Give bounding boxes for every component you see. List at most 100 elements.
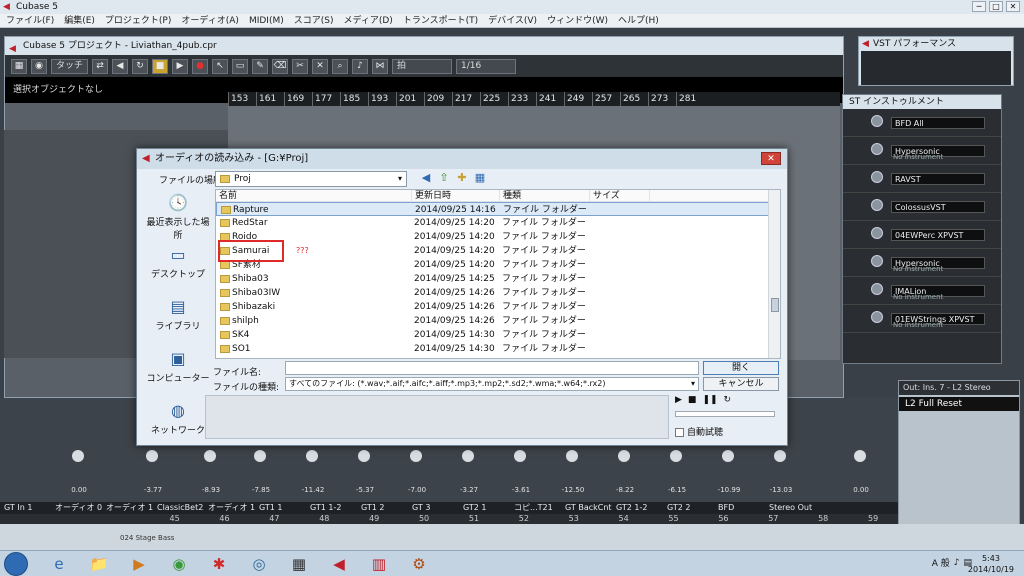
place-recent[interactable]: 🕓 最近表示した場所 — [143, 189, 213, 241]
play-icon[interactable]: ▶ — [675, 395, 682, 405]
stop-icon[interactable]: ■ — [152, 58, 169, 74]
channel-fader[interactable]: -5.37 — [344, 442, 386, 504]
channel-name[interactable]: GT2 2 — [663, 502, 714, 514]
channel-fader[interactable]: -8.22 — [604, 442, 646, 504]
channel-name[interactable]: オーディオ 07 — [51, 502, 102, 514]
browser-icon[interactable]: e — [48, 554, 70, 574]
channel-name[interactable]: GT1 1 — [255, 502, 306, 514]
close-button[interactable]: ✕ — [1006, 1, 1020, 12]
ime-indicator[interactable]: A 般 — [932, 556, 950, 569]
grid-icon[interactable]: ▦ — [11, 58, 27, 74]
channel-fader[interactable]: -13.03 — [760, 442, 802, 504]
app-icon[interactable]: ▥ — [368, 554, 390, 574]
channel-name[interactable]: ClassicBet23 — [153, 502, 204, 514]
menu-score[interactable]: スコア(S) — [294, 14, 334, 27]
channel-name[interactable]: GT1 2 — [357, 502, 408, 514]
fader-knob[interactable] — [146, 450, 158, 462]
menu-devices[interactable]: デバイス(V) — [488, 14, 537, 27]
fader-knob[interactable] — [670, 450, 682, 462]
app-icon[interactable]: ⚙ — [408, 554, 430, 574]
fader-knob[interactable] — [462, 450, 474, 462]
instrument-slot[interactable]: Hypersonic No Instrument — [843, 137, 1001, 165]
column-size[interactable]: サイズ — [590, 190, 650, 201]
pointer-tool-icon[interactable]: ↖ — [212, 58, 229, 74]
cubase-taskbar-icon[interactable]: ◀ — [328, 554, 350, 574]
channel-fader[interactable]: -6.15 — [656, 442, 698, 504]
quantize-dropdown[interactable]: 1/16 — [456, 58, 517, 74]
instrument-slot[interactable]: RAVST — [843, 165, 1001, 193]
open-button[interactable]: 開く — [703, 361, 779, 375]
file-row[interactable]: SK4 2014/09/25 14:30 ファイル フォルダー — [216, 328, 780, 342]
play-icon[interactable]: ▶ — [172, 58, 189, 74]
app-icon[interactable]: ✱ — [208, 554, 230, 574]
automation-mode-dropdown[interactable]: タッチ — [51, 58, 89, 74]
preset-display[interactable]: L2 Full Reset — [899, 397, 1019, 411]
column-kind[interactable]: 種類 — [500, 190, 590, 201]
channel-name[interactable]: GT 3 — [408, 502, 459, 514]
channel-name[interactable]: GT2 1 — [459, 502, 510, 514]
menu-midi[interactable]: MIDI(M) — [249, 14, 284, 27]
loop-icon[interactable]: ↻ — [724, 395, 732, 405]
start-button[interactable] — [4, 552, 28, 576]
autoplay-checkbox[interactable]: 自動試聴 — [675, 425, 723, 438]
location-dropdown[interactable]: Proj ▾ — [215, 171, 407, 187]
channel-name[interactable]: GT In 1 — [0, 502, 51, 514]
scroll-thumb[interactable] — [771, 298, 779, 312]
checkbox-box[interactable] — [675, 428, 684, 437]
record-icon[interactable]: ● — [192, 58, 209, 74]
volume-icon[interactable]: ♪ — [954, 558, 960, 568]
channel-name[interactable]: BFD — [714, 502, 765, 514]
media-player-icon[interactable]: ▶ — [128, 554, 150, 574]
instrument-slot[interactable]: 01EWStrings XPVST No Instrument — [843, 305, 1001, 333]
zoom-tool-icon[interactable]: ⌕ — [332, 58, 349, 74]
fader-knob[interactable] — [854, 450, 866, 462]
instrument-slot[interactable]: 04EWPerc XPVST — [843, 221, 1001, 249]
file-row[interactable]: Shiba03 2014/09/25 14:25 ファイル フォルダー — [216, 272, 780, 286]
file-row[interactable]: Rapture 2014/09/25 14:16 ファイル フォルダー — [216, 202, 780, 216]
scissors-tool-icon[interactable]: ✂ — [292, 58, 309, 74]
file-row[interactable]: Shibazaki 2014/09/25 14:26 ファイル フォルダー — [216, 300, 780, 314]
cancel-button[interactable]: キャンセル — [703, 377, 779, 391]
app-icon[interactable]: ▦ — [288, 554, 310, 574]
filetype-dropdown[interactable]: すべてのファイル: (*.wav;*.aif;*.aifc;*.aiff;*.m… — [285, 377, 699, 391]
preview-position-slider[interactable] — [675, 411, 775, 417]
file-list-scrollbar[interactable] — [768, 190, 780, 358]
fader-knob[interactable] — [72, 450, 84, 462]
instrument-slot[interactable]: Hypersonic No Instrument — [843, 249, 1001, 277]
channel-fader[interactable]: -3.61 — [500, 442, 542, 504]
minimize-button[interactable]: ─ — [972, 1, 986, 12]
pencil-tool-icon[interactable]: ✎ — [252, 58, 269, 74]
channel-fader[interactable]: 0.00 — [840, 442, 882, 504]
fader-knob[interactable] — [566, 450, 578, 462]
file-row[interactable]: SO1 2014/09/25 14:30 ファイル フォルダー — [216, 342, 780, 356]
rewind-icon[interactable]: ◀ — [112, 58, 129, 74]
cycle-icon[interactable]: ↻ — [132, 58, 149, 74]
instrument-name[interactable]: 04EWPerc XPVST — [891, 228, 985, 241]
menu-media[interactable]: メディア(D) — [343, 14, 392, 27]
mute-tool-icon[interactable]: ✕ — [312, 58, 329, 74]
channel-fader[interactable]: -11.42 — [292, 442, 334, 504]
menu-transport[interactable]: トランスポート(T) — [403, 14, 478, 27]
app-icon[interactable]: ◎ — [248, 554, 270, 574]
power-icon[interactable] — [871, 143, 883, 155]
clock[interactable]: 5:43 2014/10/19 — [968, 553, 1014, 575]
file-list[interactable]: 名前 更新日時 種類 サイズ Rapture 2014/09/25 14:16 ファ… — [215, 189, 781, 359]
fader-knob[interactable] — [204, 450, 216, 462]
power-icon[interactable] — [871, 199, 883, 211]
column-date[interactable]: 更新日時 — [412, 190, 500, 201]
menu-help[interactable]: ヘルプ(H) — [618, 14, 659, 27]
channel-name[interactable]: オーディオ 16 — [204, 502, 255, 514]
file-row[interactable]: SF素材 2014/09/25 14:20 ファイル フォルダー — [216, 258, 780, 272]
fader-knob[interactable] — [514, 450, 526, 462]
fader-knob[interactable] — [410, 450, 422, 462]
fader-knob[interactable] — [722, 450, 734, 462]
menu-project[interactable]: プロジェクト(P) — [105, 14, 171, 27]
channel-fader[interactable]: -7.85 — [240, 442, 282, 504]
power-icon[interactable] — [871, 283, 883, 295]
timeline-ruler[interactable]: 153 161 169 177 185 193 201 209 217 225 … — [228, 92, 840, 106]
stop-icon[interactable]: ■ — [688, 395, 697, 405]
channel-fader[interactable]: -3.27 — [448, 442, 490, 504]
file-row[interactable]: shilph 2014/09/25 14:26 ファイル フォルダー — [216, 314, 780, 328]
instrument-slot[interactable]: BFD All — [843, 109, 1001, 137]
power-icon[interactable] — [871, 171, 883, 183]
